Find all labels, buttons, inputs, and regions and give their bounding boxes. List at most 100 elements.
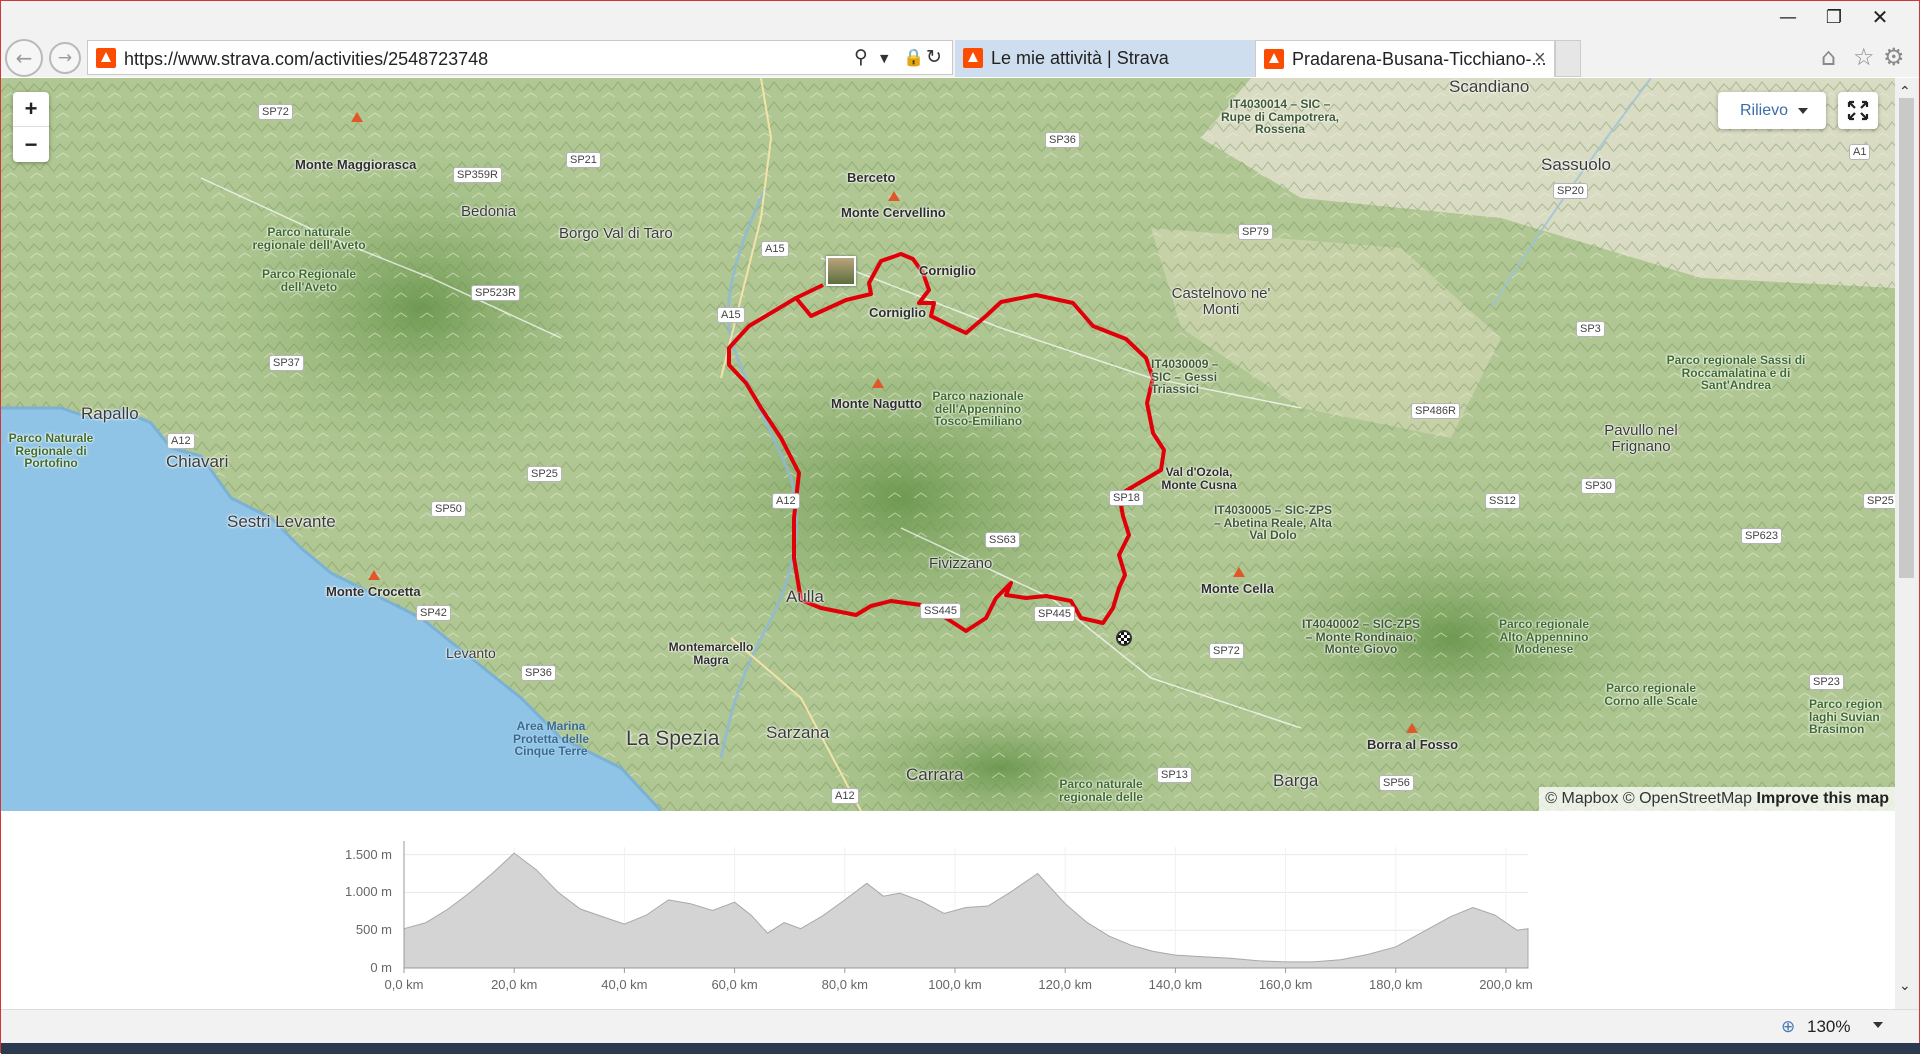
forward-arrow-icon: → xyxy=(57,48,73,68)
x-tick-label: 140,0 km xyxy=(1148,977,1203,992)
address-bar[interactable]: https://www.strava.com/activities/254872… xyxy=(87,40,953,75)
strava-favicon xyxy=(96,48,116,68)
peak-label: Monte Nagutto xyxy=(831,396,922,411)
park-label: Parco regionale Alto Appennino Modenese xyxy=(1498,617,1590,657)
road-shield: SS445 xyxy=(920,603,962,619)
protected-area-label: IT4040002 – SIC-ZPS – Monte Rondinaio, M… xyxy=(1301,617,1421,657)
peak-marker-icon xyxy=(872,378,884,388)
x-tick-label: 60,0 km xyxy=(711,977,758,992)
town-label: Corniglio xyxy=(919,263,977,278)
zoom-magnifier-icon[interactable]: ⊕ xyxy=(1781,1017,1795,1037)
back-button[interactable]: ← xyxy=(5,39,43,77)
town-label: Chiavari xyxy=(166,452,229,471)
road-shield: SP359R xyxy=(453,167,502,183)
home-icon[interactable]: ⌂ xyxy=(1821,43,1836,71)
road-shield: A1 xyxy=(1849,144,1871,160)
x-tick-label: 160,0 km xyxy=(1258,977,1313,992)
favorites-star-icon[interactable]: ☆ xyxy=(1853,43,1875,71)
road-shield: A12 xyxy=(831,788,859,804)
map-layer-label: Rilievo xyxy=(1740,101,1789,119)
town-label: Sestri Levante xyxy=(227,512,336,531)
road-shield: SP18 xyxy=(1109,490,1144,506)
road-shield: A12 xyxy=(167,433,195,449)
map-layer-dropdown[interactable]: Rilievo xyxy=(1718,92,1826,129)
search-icon[interactable]: ⚲ xyxy=(854,46,868,68)
marine-area-label: Area Marina Protetta delle Cinque Terre xyxy=(512,719,590,759)
settings-gear-icon[interactable]: ⚙ xyxy=(1883,43,1905,71)
map-attribution: © Mapbox © OpenStreetMap Improve this ma… xyxy=(1539,787,1895,811)
improve-map-link[interactable]: Improve this map xyxy=(1757,790,1889,807)
minimize-button[interactable]: — xyxy=(1765,3,1811,31)
x-tick-label: 40,0 km xyxy=(601,977,648,992)
peak-marker-icon xyxy=(1406,723,1418,733)
x-tick-label: 180,0 km xyxy=(1369,977,1423,992)
zoom-in-button[interactable]: + xyxy=(13,92,49,127)
fullscreen-button[interactable] xyxy=(1838,92,1878,129)
zoom-out-button[interactable]: − xyxy=(13,127,49,162)
refresh-icon[interactable]: ↻ xyxy=(926,46,942,68)
activity-photo-marker[interactable] xyxy=(826,256,856,286)
elevation-area xyxy=(403,852,1529,969)
road-shield: A15 xyxy=(717,307,745,323)
town-label: Sarzana xyxy=(766,723,830,742)
osm-credit-link[interactable]: © OpenStreetMap xyxy=(1623,790,1752,807)
tab-close-icon[interactable]: × xyxy=(1534,47,1546,70)
tab-activity-route[interactable]: Pradarena-Busana-Ticchiano-... × xyxy=(1255,40,1555,77)
road-shield: SP23 xyxy=(1809,674,1844,690)
maximize-button[interactable]: ❐ xyxy=(1811,3,1857,31)
road-shield: SP36 xyxy=(1045,132,1080,148)
road-shield: SP79 xyxy=(1238,224,1273,240)
tab-strava-activities[interactable]: Le mie attività | Strava xyxy=(955,40,1255,77)
lock-icon[interactable]: 🔒 xyxy=(903,48,924,68)
road-shield: SS63 xyxy=(985,532,1020,548)
url-text[interactable]: https://www.strava.com/activities/254872… xyxy=(124,49,488,70)
protected-area-label: IT4030009 – SIC – Gessi Triassici xyxy=(1151,357,1219,397)
page-scrollbar[interactable]: ⌃ ⌄ xyxy=(1895,78,1919,1009)
browser-window: — ❐ ✕ ← → https://www.strava.com/activit… xyxy=(0,0,1920,1054)
y-tick-label: 500 m xyxy=(355,922,392,938)
road-shield: SS12 xyxy=(1485,493,1520,509)
town-label: Fivizzano xyxy=(929,555,993,572)
road-shield: SP21 xyxy=(566,152,601,168)
peak-label: Monte Maggiorasca xyxy=(295,157,417,172)
road-shield: SP623 xyxy=(1741,528,1783,544)
route-map[interactable]: Scandiano Sassuolo Berceto Bedonia Borgo… xyxy=(1,78,1895,811)
tab-label: Pradarena-Busana-Ticchiano-... xyxy=(1292,49,1547,69)
close-window-button[interactable]: ✕ xyxy=(1857,3,1903,31)
town-label: Corniglio xyxy=(869,305,927,320)
park-label: Parco region laghi Suvian Brasimon xyxy=(1809,697,1883,737)
town-label: Levanto xyxy=(446,645,496,661)
taskbar xyxy=(1,1043,1920,1054)
mapbox-credit-link[interactable]: © Mapbox xyxy=(1545,790,1618,807)
road-shield: SP56 xyxy=(1379,775,1414,791)
dropdown-arrow-icon[interactable]: ▼ xyxy=(880,52,888,65)
scroll-down-icon[interactable]: ⌄ xyxy=(1899,978,1911,994)
park-label: Parco naturale regionale dell'Aveto xyxy=(252,225,366,252)
town-label: Sassuolo xyxy=(1541,155,1611,174)
peak-label: Monte Crocetta xyxy=(326,584,421,599)
chevron-down-icon[interactable] xyxy=(1873,1022,1883,1028)
park-label: Parco regionale Sassi di Roccamalatina e… xyxy=(1666,353,1806,393)
road-shield: SP20 xyxy=(1553,183,1588,199)
strava-favicon xyxy=(1264,49,1284,69)
town-label: Scandiano xyxy=(1449,78,1530,96)
town-label: Barga xyxy=(1273,771,1319,790)
zoom-level[interactable]: 130% xyxy=(1807,1017,1850,1037)
road-shield: SP486R xyxy=(1411,403,1460,419)
x-tick-label: 200,0 km xyxy=(1479,977,1533,992)
forward-button[interactable]: → xyxy=(49,42,81,74)
road-shield: SP13 xyxy=(1157,767,1192,783)
road-shield: SP72 xyxy=(258,104,293,120)
town-label: Borgo Val di Taro xyxy=(559,225,673,242)
elevation-profile[interactable]: 1.500 m 1.000 m 500 m 0 m 0,0 km 20,0 km 40,0… xyxy=(1,811,1895,1009)
peak-label: Borra al Fosso xyxy=(1367,737,1459,752)
park-label: Parco nazionale dell'Appennino Tosco-Emi… xyxy=(932,389,1024,429)
back-arrow-icon: ← xyxy=(15,46,33,70)
peak-marker-icon xyxy=(888,191,900,201)
new-tab-button[interactable] xyxy=(1555,40,1581,77)
park-label: Parco naturale regionale delle xyxy=(1058,777,1144,804)
road-shield: A12 xyxy=(772,493,800,509)
browser-chrome: — ❐ ✕ ← → https://www.strava.com/activit… xyxy=(1,1,1919,77)
scrollbar-thumb[interactable] xyxy=(1899,98,1914,578)
finish-flag-icon[interactable] xyxy=(1116,630,1132,646)
